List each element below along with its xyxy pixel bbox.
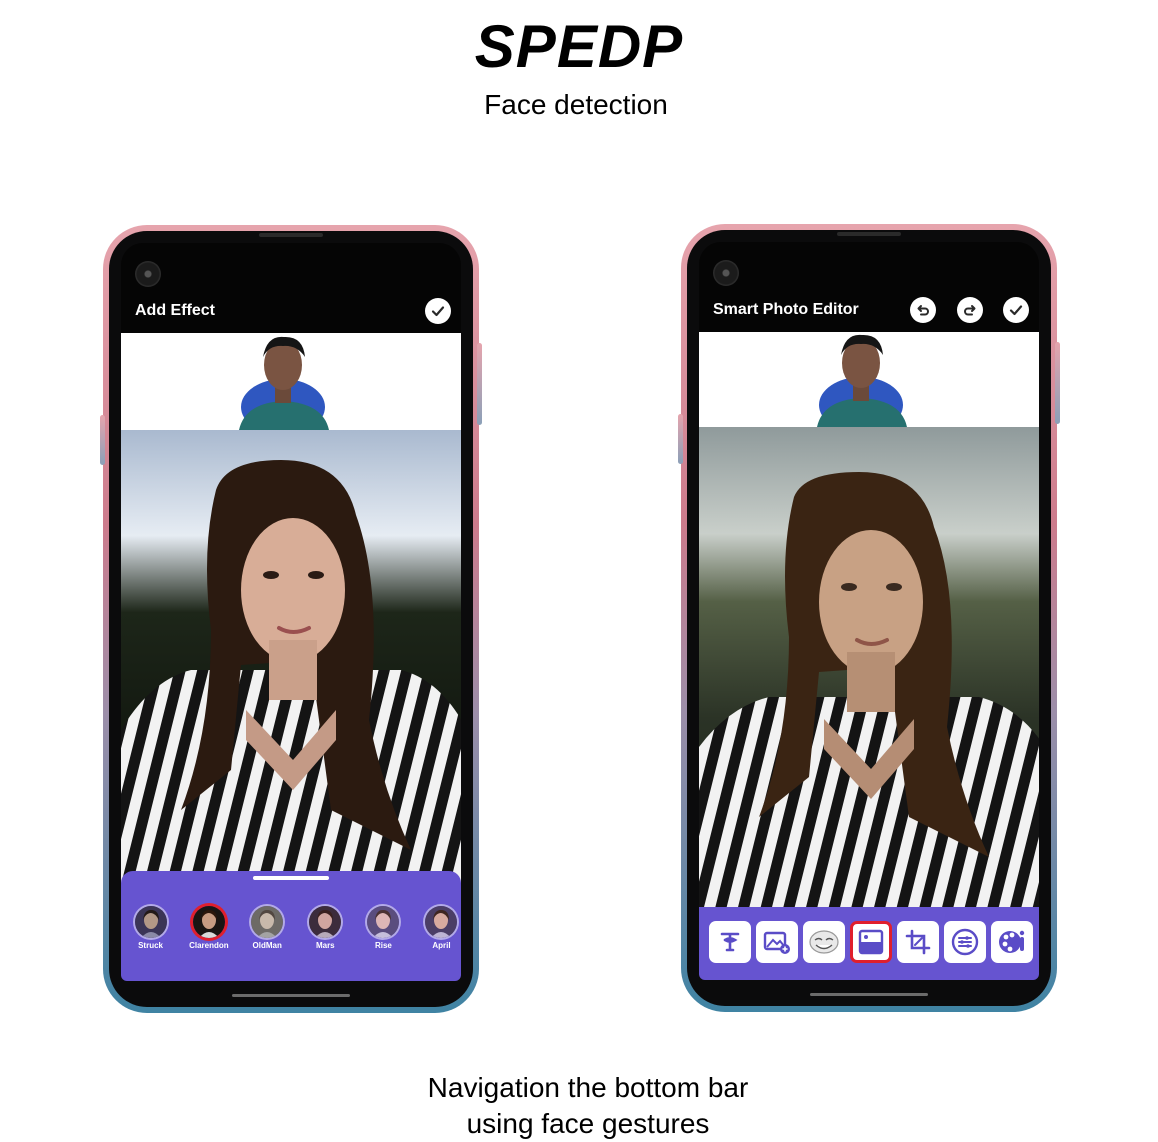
add-image-icon[interactable]: [756, 921, 798, 963]
camera-preview: [699, 332, 1039, 427]
effect-thumbnail: [134, 906, 167, 938]
camera-preview-image: [699, 332, 1039, 427]
phone-left: Add Effect Struck Clarendon OldMan Mars …: [100, 225, 482, 1013]
text-icon[interactable]: [709, 921, 751, 963]
check-icon[interactable]: [425, 298, 451, 324]
adjust-icon[interactable]: [944, 921, 986, 963]
app-bar: Smart Photo Editor: [699, 288, 1039, 332]
home-indicator[interactable]: [232, 994, 350, 997]
effect-label: Struck: [138, 941, 163, 950]
camera-preview: [121, 333, 461, 430]
caption-line: Navigation the bottom bar: [427, 1072, 749, 1103]
effect-thumbnail: [309, 906, 342, 938]
page-subtitle: Face detection: [484, 89, 668, 120]
edited-photo: [699, 427, 1039, 912]
power-button: [678, 414, 683, 464]
crop-icon[interactable]: [897, 921, 939, 963]
app-bar: Add Effect: [121, 289, 461, 333]
app-title: Add Effect: [135, 302, 215, 319]
effects-bar: Struck Clarendon OldMan Mars Rise April: [121, 871, 461, 981]
effect-oldman[interactable]: OldMan: [248, 906, 287, 950]
effect-mars[interactable]: Mars: [306, 906, 345, 950]
redo-icon[interactable]: [957, 297, 983, 323]
drag-handle[interactable]: [253, 876, 329, 880]
effect-clarendon[interactable]: Clarendon: [189, 906, 229, 950]
power-button: [100, 415, 105, 465]
effect-thumbnail: [425, 906, 458, 938]
edited-photo: [121, 430, 461, 910]
page-title: SPEDP: [474, 13, 684, 80]
tools-list: [709, 921, 1033, 963]
check-icon[interactable]: [1003, 297, 1029, 323]
effect-label: Mars: [315, 941, 335, 950]
effect-label: April: [432, 941, 451, 950]
caption: Navigation the bottom bar using face ges…: [0, 1070, 1158, 1142]
effect-thumbnail: [192, 906, 225, 938]
home-indicator[interactable]: [810, 993, 928, 996]
effect-thumbnail: [251, 906, 284, 938]
app-title: Smart Photo Editor: [713, 301, 859, 318]
front-camera: [713, 260, 739, 286]
effects-list: Struck Clarendon OldMan Mars Rise April: [131, 906, 461, 950]
volume-button: [1055, 342, 1060, 424]
front-camera: [135, 261, 161, 287]
volume-button: [477, 343, 482, 425]
undo-icon[interactable]: [910, 297, 936, 323]
filter-icon[interactable]: [850, 921, 892, 963]
effect-label: OldMan: [252, 941, 282, 950]
tools-bar: [699, 907, 1039, 980]
earpiece-speaker: [259, 233, 323, 237]
phone-right: Smart Photo Editor: [678, 224, 1060, 1012]
effect-struck[interactable]: Struck: [131, 906, 170, 950]
sticker-icon[interactable]: [803, 921, 845, 963]
earpiece-speaker: [837, 232, 901, 236]
caption-line: using face gestures: [466, 1108, 710, 1139]
effect-label: Clarendon: [189, 941, 229, 950]
camera-preview-image: [121, 333, 461, 430]
effect-april[interactable]: April: [422, 906, 461, 950]
effect-label: Rise: [374, 941, 392, 950]
effect-thumbnail: [367, 906, 400, 938]
effect-rise[interactable]: Rise: [364, 906, 403, 950]
effects-palette-icon[interactable]: [991, 921, 1033, 963]
